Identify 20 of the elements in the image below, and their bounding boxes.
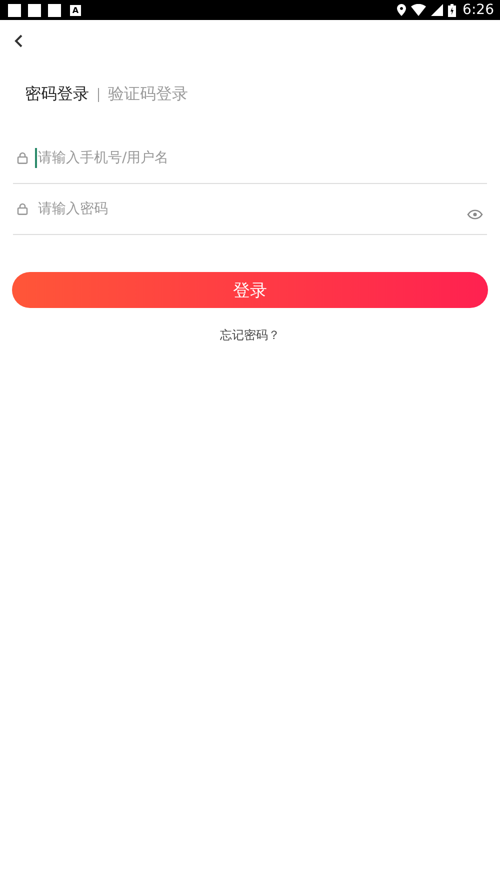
lock-icon: [17, 152, 28, 164]
login-button[interactable]: 登录: [12, 272, 488, 308]
eye-icon: [467, 208, 483, 220]
notification-icon: [28, 4, 41, 16]
forgot-password-link[interactable]: 忘记密码？: [220, 327, 280, 344]
clock: 6:26: [462, 2, 494, 18]
password-field[interactable]: 请输入密码: [35, 199, 467, 219]
login-tab[interactable]: 密码登录: [25, 84, 89, 105]
back-button[interactable]: [12, 33, 24, 49]
wifi-icon: [410, 4, 426, 16]
signal-icon: [430, 4, 443, 16]
battery-icon: [448, 4, 456, 16]
location-icon: [396, 4, 406, 16]
notification-badge: A: [70, 4, 81, 16]
notification-icon: [8, 4, 21, 16]
username-field[interactable]: 请输入手机号/用户名: [35, 148, 487, 168]
back-icon: [14, 34, 22, 48]
notification-icon: [48, 4, 61, 16]
show-password-button[interactable]: [467, 208, 483, 220]
lock-icon: [17, 203, 28, 215]
